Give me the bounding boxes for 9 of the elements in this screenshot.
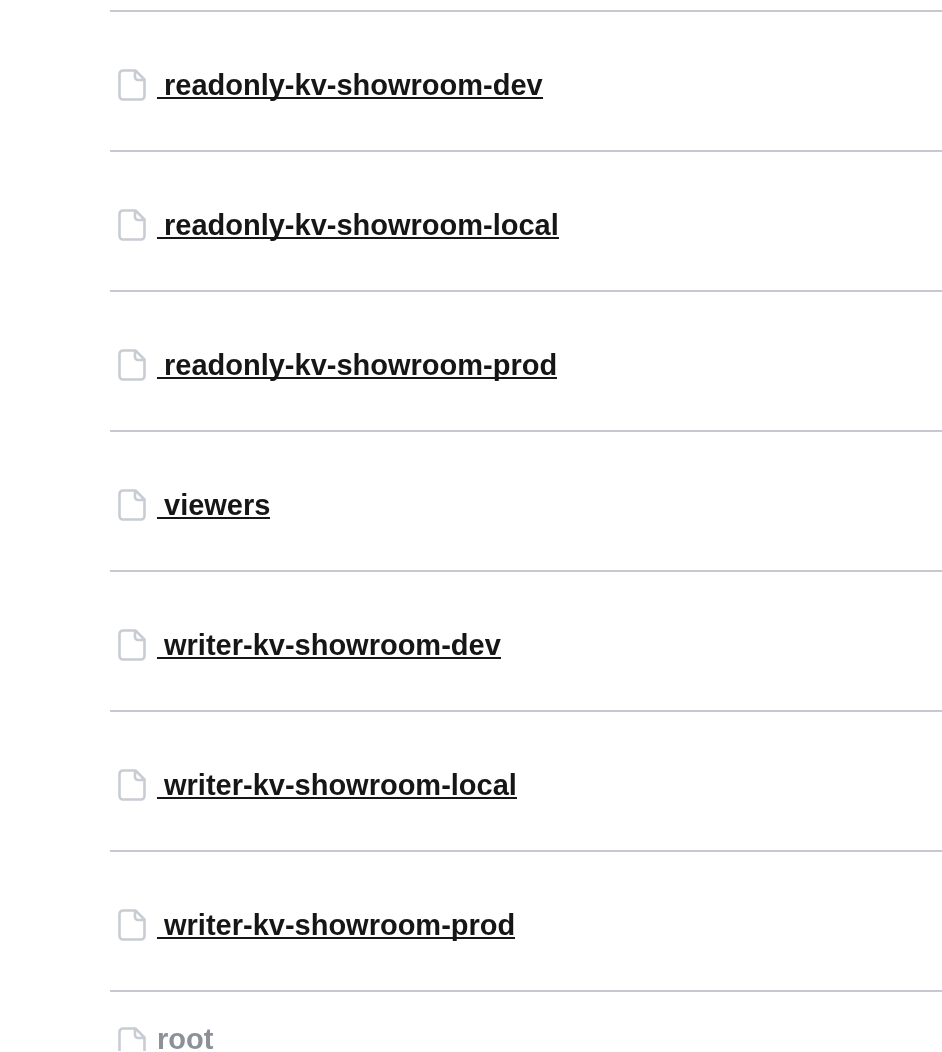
file-icon xyxy=(118,1027,146,1051)
file-icon xyxy=(118,349,146,381)
file-icon xyxy=(118,69,146,101)
file-icon xyxy=(118,629,146,661)
file-icon xyxy=(118,209,146,241)
file-icon xyxy=(118,909,146,941)
file-icon xyxy=(118,769,146,801)
file-icon xyxy=(118,489,146,521)
file-name: root xyxy=(157,1027,214,1051)
